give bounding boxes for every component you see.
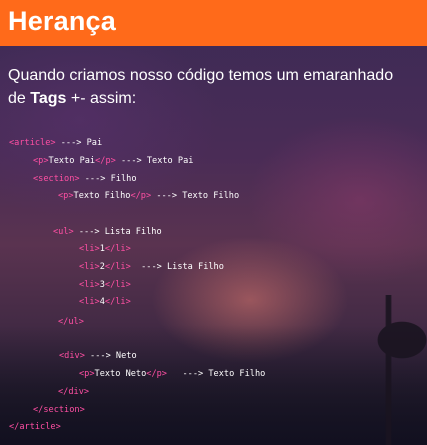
code-close-tag: </li> xyxy=(104,297,131,307)
code-tag: <article> xyxy=(9,138,56,148)
code-text: Texto Neto xyxy=(94,369,147,379)
code-tag: <li> xyxy=(79,280,100,290)
code-comment: ---> Texto Filho xyxy=(151,191,240,201)
code-line: <li>1</li> xyxy=(79,243,131,255)
code-tag: </section> xyxy=(33,405,85,415)
code-line: </article> xyxy=(9,421,61,433)
code-tag: </article> xyxy=(9,422,61,432)
code-close-tag: </p> xyxy=(146,369,167,379)
code-line: <div> ---> Neto xyxy=(59,350,137,362)
code-tag: <p> xyxy=(33,156,49,166)
code-tag: <p> xyxy=(79,369,95,379)
code-tag: </div> xyxy=(58,387,90,397)
code-comment: ---> Lista Filho xyxy=(130,262,224,272)
code-tag: </ul> xyxy=(58,317,84,327)
code-comment: ---> Texto Filho xyxy=(166,369,266,379)
code-close-tag: </p> xyxy=(95,156,116,166)
code-line: <p>Texto Neto</p> ---> Texto Filho xyxy=(79,368,265,380)
code-line: <li>4</li> xyxy=(79,296,131,308)
code-tag: <ul> xyxy=(53,227,74,237)
code-line: <li>2</li> ---> Lista Filho xyxy=(79,261,224,273)
code-tag: <li> xyxy=(79,244,100,254)
code-line: </section> xyxy=(33,404,85,416)
code-line: </div> xyxy=(58,386,89,398)
code-text: ---> Neto xyxy=(84,351,137,361)
code-close-tag: </li> xyxy=(104,280,131,290)
code-tag: <div> xyxy=(59,351,85,361)
code-line: <article> ---> Pai xyxy=(9,137,102,149)
code-text: ---> Filho xyxy=(79,174,137,184)
code-line: <p>Texto Pai</p> ---> Texto Pai xyxy=(33,155,193,167)
code-close-tag: </li> xyxy=(104,244,131,254)
code-text: Texto Filho xyxy=(73,191,131,201)
code-line: <p>Texto Filho</p> ---> Texto Filho xyxy=(58,190,239,202)
code-close-tag: </li> xyxy=(104,262,131,272)
code-close-tag: </p> xyxy=(130,191,152,201)
code-comment: ---> Texto Pai xyxy=(115,156,194,166)
code-block: <article> ---> Pai <p>Texto Pai</p> ---> … xyxy=(0,0,427,445)
code-tag: <section> xyxy=(33,174,80,184)
code-tag: <li> xyxy=(79,262,100,272)
code-tag: <p> xyxy=(58,191,74,201)
code-tag: <li> xyxy=(79,297,100,307)
code-text: ---> Lista Filho xyxy=(73,227,162,237)
code-line: <ul> ---> Lista Filho xyxy=(53,226,162,238)
code-line: <li>3</li> xyxy=(79,279,131,291)
code-text: Texto Pai xyxy=(48,156,96,166)
code-text: ---> Pai xyxy=(55,138,103,148)
code-line: <section> ---> Filho xyxy=(33,173,137,185)
code-line: </ul> xyxy=(58,316,84,328)
